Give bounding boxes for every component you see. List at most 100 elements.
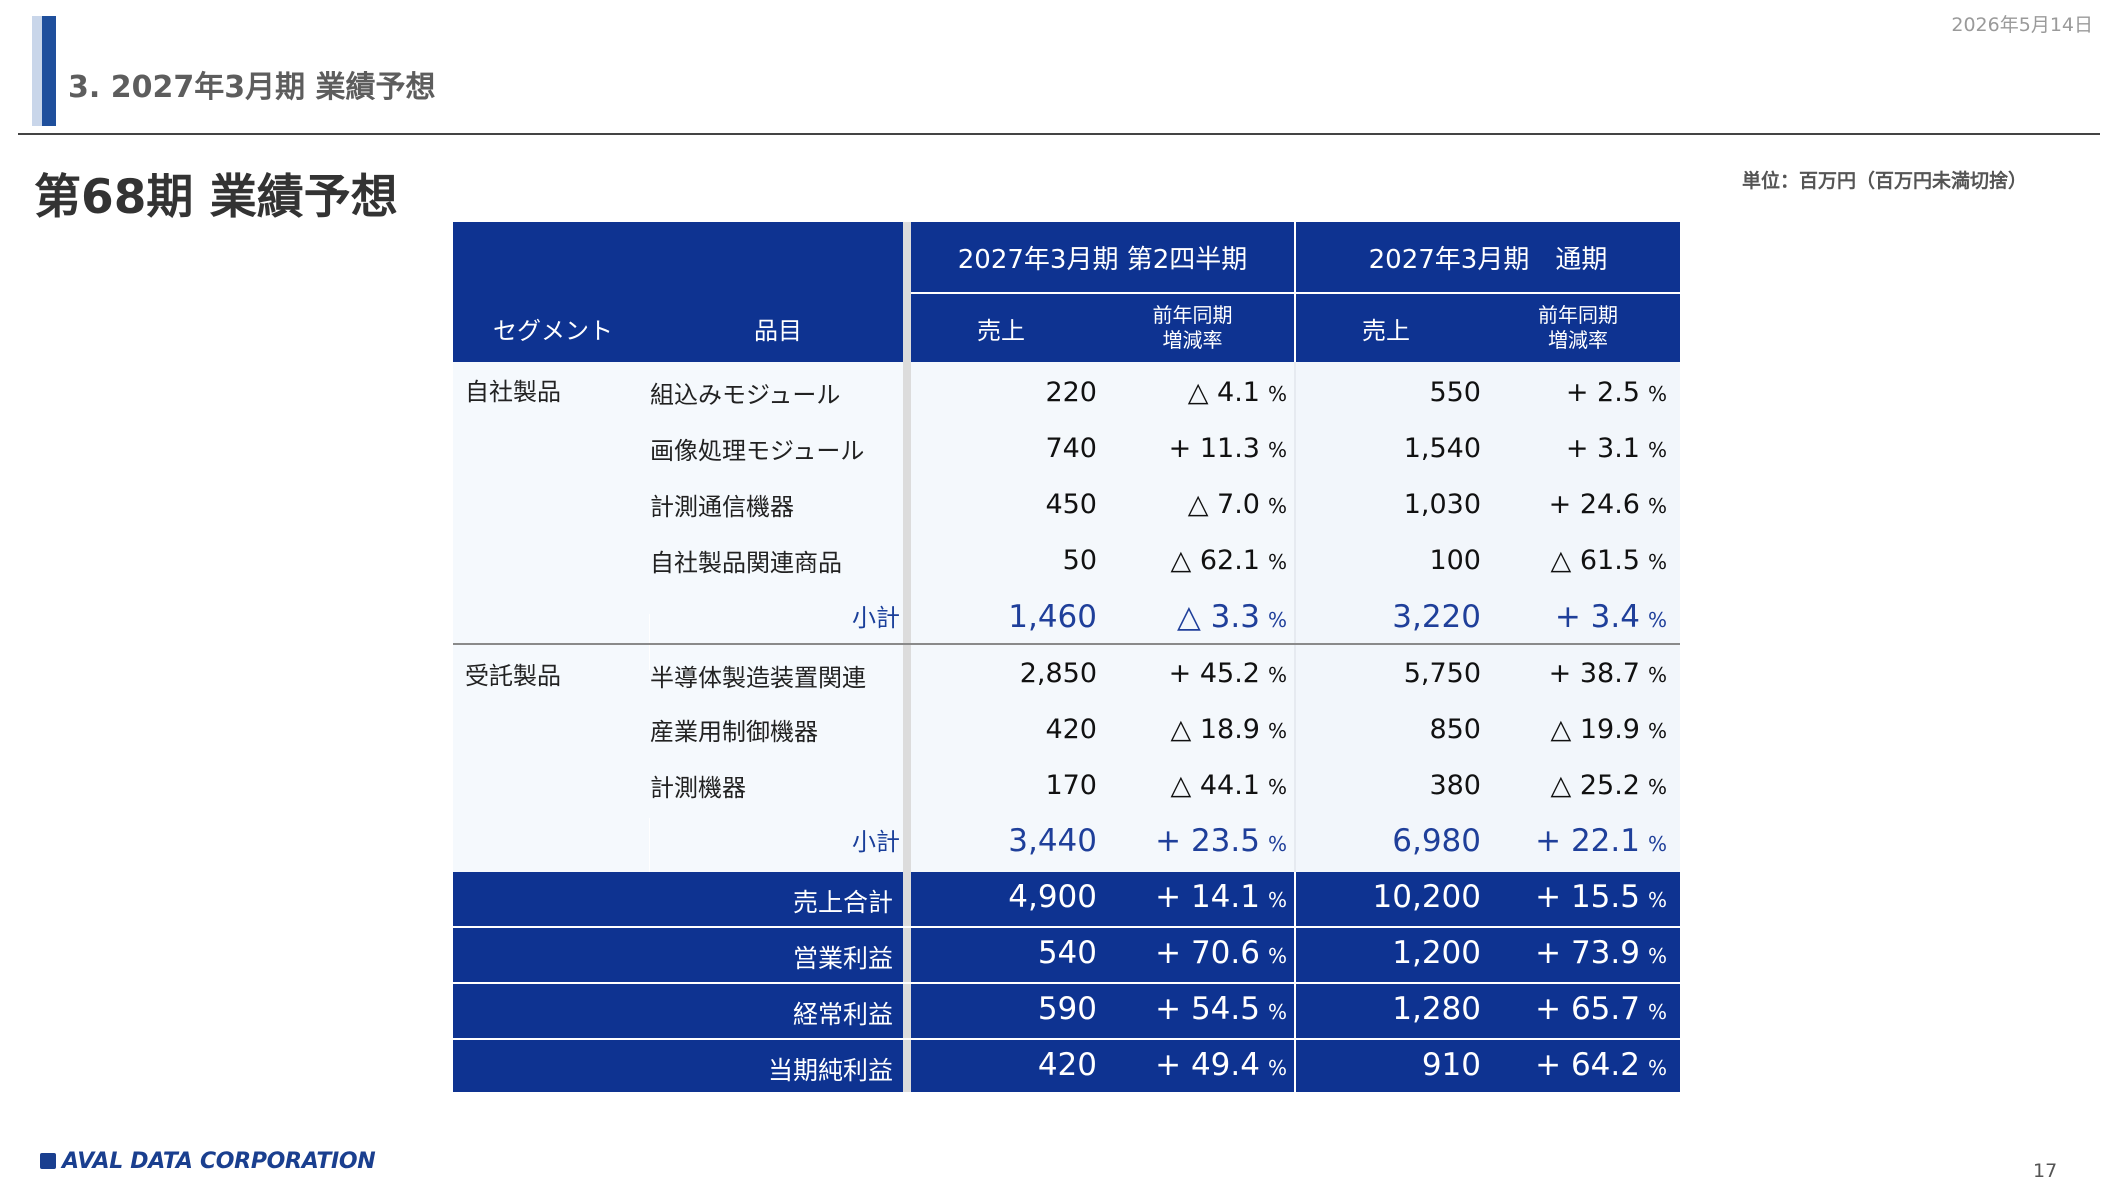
total-fy-sales: 910 — [1421, 1047, 1481, 1083]
total-fy-yoy-number: + 65.7 — [1535, 991, 1640, 1027]
fy-sales-value: 850 — [1429, 714, 1481, 745]
pct-unit: % — [1647, 775, 1667, 799]
fy-yoy-number: + 24.6 — [1548, 489, 1640, 520]
pct-unit: % — [1267, 382, 1287, 406]
header-item: 品目 — [653, 294, 903, 362]
header-q2-yoy-line1: 前年同期 — [1152, 303, 1233, 327]
pct-unit: % — [1267, 494, 1287, 518]
subtotal-q2-yoy-number: △ 3.3 — [1176, 599, 1260, 635]
pct-unit: % — [1647, 550, 1667, 574]
title-accent-bar — [42, 16, 56, 126]
subtotal-q2-yoy-number: + 23.5 — [1155, 823, 1260, 859]
q2-sales-value: 420 — [1045, 714, 1097, 745]
pct-unit: % — [1647, 719, 1667, 743]
header-fy-yoy-line1: 前年同期 — [1538, 303, 1618, 327]
q2-sales-value: 220 — [1045, 377, 1097, 408]
item-label: 計測機器 — [650, 774, 746, 802]
total-label: 経常利益 — [792, 1000, 893, 1029]
fy-sales-value: 5,750 — [1403, 658, 1481, 689]
header-segment: セグメント — [453, 294, 653, 362]
totals-row-divider — [453, 982, 1680, 984]
item-label: 画像処理モジュール — [650, 437, 865, 465]
q2-yoy-number: △ 62.1 — [1170, 545, 1260, 576]
fy-sales-value: 1,540 — [1403, 433, 1481, 464]
fy-sales-value: 1,030 — [1403, 489, 1481, 520]
header-fy-yoy: 前年同期 増減率 — [1476, 294, 1680, 362]
subtotal-q2-sales: 1,460 — [1008, 599, 1097, 635]
pct-unit: % — [1267, 1056, 1287, 1080]
q2-yoy-number: △ 18.9 — [1170, 714, 1260, 745]
subtotal-fy-yoy: + 22.1% — [1535, 823, 1667, 859]
subtotal-fy-sales: 6,980 — [1392, 823, 1481, 859]
q2-sales-value: 2,850 — [1019, 658, 1097, 689]
total-q2-yoy: + 49.4% — [1155, 1047, 1287, 1083]
q2-yoy-value: △ 7.0% — [1188, 489, 1287, 520]
total-q2-sales: 420 — [1037, 1047, 1097, 1083]
total-q2-yoy: + 54.5% — [1155, 991, 1287, 1027]
pct-unit: % — [1267, 832, 1287, 856]
pct-unit: % — [1647, 494, 1667, 518]
subtotal-fy-yoy: + 3.4% — [1555, 599, 1667, 635]
pct-unit: % — [1267, 944, 1287, 968]
item-label: 産業用制御機器 — [650, 718, 818, 746]
pct-unit: % — [1267, 663, 1287, 687]
q2-sales-value: 170 — [1045, 770, 1097, 801]
total-fy-yoy: + 73.9% — [1535, 935, 1667, 971]
total-fy-yoy-number: + 64.2 — [1535, 1047, 1640, 1083]
total-q2-sales: 4,900 — [1008, 879, 1097, 915]
fy-yoy-number: + 2.5 — [1565, 377, 1640, 408]
total-q2-yoy-number: + 49.4 — [1155, 1047, 1260, 1083]
q2-yoy-value: + 11.3% — [1169, 433, 1287, 464]
fy-sales-value: 100 — [1429, 545, 1481, 576]
total-q2-yoy-number: + 70.6 — [1155, 935, 1260, 971]
pct-unit: % — [1647, 1000, 1667, 1024]
total-q2-yoy: + 14.1% — [1155, 879, 1287, 915]
total-q2-sales: 590 — [1037, 991, 1097, 1027]
pct-unit: % — [1647, 438, 1667, 462]
q2-yoy-number: + 45.2 — [1168, 658, 1260, 689]
total-fy-yoy-number: + 15.5 — [1535, 879, 1640, 915]
fy-yoy-value: △ 25.2% — [1551, 770, 1667, 801]
subtotal-label: 小計 — [852, 604, 900, 632]
q2-yoy-value: + 45.2% — [1169, 658, 1287, 689]
q2-yoy-number: △ 7.0 — [1187, 489, 1260, 520]
totals-row-divider — [453, 1038, 1680, 1040]
pct-unit: % — [1647, 382, 1667, 406]
fy-yoy-number: + 38.7 — [1548, 658, 1640, 689]
q2-yoy-number: △ 4.1 — [1187, 377, 1260, 408]
fy-yoy-value: △ 61.5% — [1551, 545, 1667, 576]
fy-sales-value: 550 — [1429, 377, 1481, 408]
total-fy-sales: 1,200 — [1392, 935, 1481, 971]
segment-label-contract-products: 受託製品 — [465, 662, 561, 690]
segment-label-own-products: 自社製品 — [465, 378, 561, 406]
header-period-full: 2027年3月期 通期 — [1296, 222, 1680, 292]
q2-sales-value: 740 — [1045, 433, 1097, 464]
column-separator — [903, 222, 911, 1092]
header-q2-yoy: 前年同期 増減率 — [1091, 294, 1294, 362]
item-label: 組込みモジュール — [650, 381, 841, 409]
total-fy-sales: 10,200 — [1372, 879, 1481, 915]
subtotal-label: 小計 — [852, 828, 900, 856]
fy-yoy-number: △ 61.5 — [1550, 545, 1640, 576]
title-accent-bar-light — [32, 16, 42, 126]
logo-text: AVAL DATA CORPORATION — [62, 1149, 376, 1174]
fy-yoy-number: △ 25.2 — [1550, 770, 1640, 801]
pct-unit: % — [1647, 832, 1667, 856]
fy-yoy-number: △ 19.9 — [1550, 714, 1640, 745]
total-label: 当期純利益 — [767, 1056, 893, 1085]
pct-unit: % — [1267, 719, 1287, 743]
subtotal-q2-sales: 3,440 — [1008, 823, 1097, 859]
total-q2-yoy-number: + 14.1 — [1155, 879, 1260, 915]
fy-yoy-value: + 24.6% — [1549, 489, 1667, 520]
q2-yoy-value: △ 62.1% — [1171, 545, 1287, 576]
subtotal-divider-2 — [649, 818, 650, 872]
subtotal-fy-sales: 3,220 — [1392, 599, 1481, 635]
item-label: 半導体製造装置関連 — [650, 664, 866, 692]
subtotal-fy-yoy-number: + 22.1 — [1535, 823, 1640, 859]
pct-unit: % — [1267, 550, 1287, 574]
total-fy-yoy: + 15.5% — [1535, 879, 1667, 915]
total-fy-yoy: + 64.2% — [1535, 1047, 1667, 1083]
header-q2-sales: 売上 — [911, 294, 1091, 362]
total-q2-yoy: + 70.6% — [1155, 935, 1287, 971]
fy-yoy-value: + 2.5% — [1566, 377, 1667, 408]
